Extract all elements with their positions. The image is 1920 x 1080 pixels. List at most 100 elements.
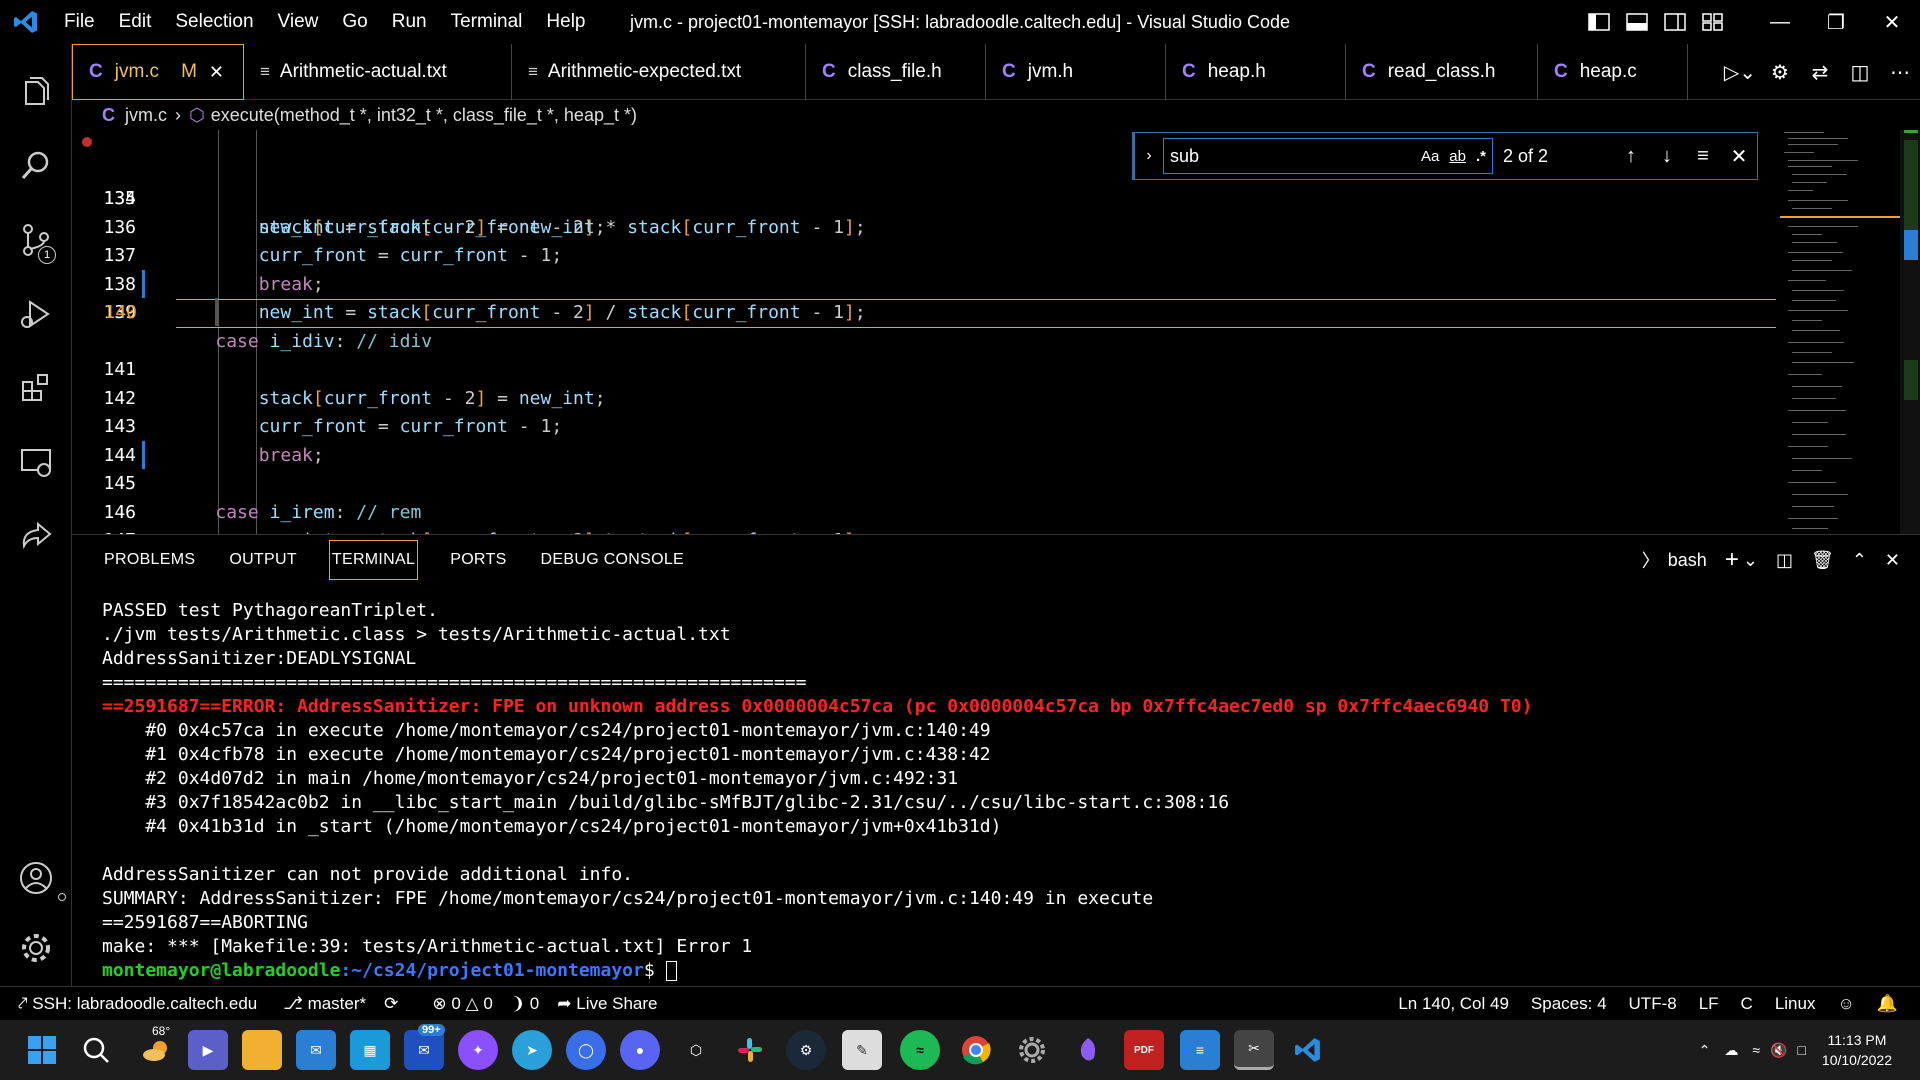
breakpoint-icon[interactable] bbox=[82, 137, 92, 147]
customize-layout-icon[interactable] bbox=[1694, 0, 1732, 44]
next-match-icon[interactable]: ↓ bbox=[1649, 145, 1685, 168]
run-icon[interactable]: ▷⌄ bbox=[1720, 60, 1760, 85]
terminal-output[interactable]: PASSED test PythagoreanTriplet. ./jvm te… bbox=[102, 599, 1532, 983]
tab-read-class-h[interactable]: C read_class.h bbox=[1346, 44, 1538, 100]
toggle-panel-icon[interactable] bbox=[1618, 0, 1656, 44]
windows-start-icon[interactable] bbox=[22, 1030, 62, 1070]
live-share-button[interactable]: ➦ Live Share bbox=[557, 994, 657, 1014]
code-editor[interactable]: 134 new_int = stack[curr_front - 2] * st… bbox=[72, 130, 1920, 534]
snipping-tool-icon[interactable]: ✂ bbox=[1234, 1030, 1274, 1070]
encoding[interactable]: UTF-8 bbox=[1629, 994, 1677, 1014]
panel-tab-terminal[interactable]: TERMINAL bbox=[328, 540, 419, 580]
close-find-icon[interactable]: ✕ bbox=[1721, 144, 1757, 169]
find-in-selection-icon[interactable]: ≡ bbox=[1685, 145, 1721, 168]
edge-icon[interactable] bbox=[1068, 1030, 1108, 1070]
branch-indicator[interactable]: ⎇ master* bbox=[283, 994, 366, 1014]
command-decoration-icon[interactable] bbox=[58, 893, 66, 901]
signal-icon[interactable]: ◯ bbox=[566, 1030, 606, 1070]
teams-meet-icon[interactable]: ▶ bbox=[188, 1030, 228, 1070]
slack-icon[interactable] bbox=[730, 1030, 770, 1070]
split-terminal-icon[interactable]: ◫ bbox=[1776, 550, 1793, 571]
unity-icon[interactable]: ⬡ bbox=[676, 1030, 716, 1070]
notifications-bell-icon[interactable]: 🔔 bbox=[1877, 994, 1898, 1014]
tab-class-file-h[interactable]: C class_file.h bbox=[806, 44, 986, 100]
regex-toggle[interactable]: .* bbox=[1476, 148, 1486, 165]
breadcrumb-symbol[interactable]: execute(method_t *, int32_t *, class_fil… bbox=[211, 105, 637, 126]
settings-icon[interactable] bbox=[1012, 1030, 1052, 1070]
menu-terminal[interactable]: Terminal bbox=[439, 11, 535, 33]
panel-tab-ports[interactable]: PORTS bbox=[448, 541, 508, 579]
source-control-icon[interactable]: 1 bbox=[0, 208, 72, 272]
whole-word-toggle[interactable]: ab bbox=[1449, 148, 1466, 165]
toggle-primary-sidebar-icon[interactable] bbox=[1580, 0, 1618, 44]
run-debug-icon[interactable] bbox=[0, 282, 72, 346]
menu-file[interactable]: File bbox=[52, 11, 107, 33]
breadcrumb-file[interactable]: jvm.c bbox=[125, 105, 167, 126]
chevron-down-icon[interactable]: ⌄ bbox=[1743, 550, 1758, 571]
battery-icon[interactable]: □ bbox=[1797, 1042, 1805, 1058]
menu-view[interactable]: View bbox=[266, 11, 331, 33]
menu-go[interactable]: Go bbox=[330, 11, 379, 33]
os-indicator[interactable]: Linux bbox=[1775, 994, 1816, 1014]
wifi-icon[interactable]: ≈ bbox=[1752, 1042, 1760, 1058]
messenger-icon[interactable]: ✦ bbox=[458, 1030, 498, 1070]
more-actions-icon[interactable]: ⋯ bbox=[1880, 60, 1920, 85]
tab-arithmetic-actual[interactable]: ≡ Arithmetic-actual.txt bbox=[244, 44, 512, 100]
panel-tab-output[interactable]: OUTPUT bbox=[227, 541, 299, 579]
toggle-replace-icon[interactable]: › bbox=[1135, 147, 1163, 165]
minimap[interactable] bbox=[1780, 130, 1920, 534]
menu-selection[interactable]: Selection bbox=[163, 11, 265, 33]
restore-icon[interactable]: ❐ bbox=[1808, 0, 1864, 44]
menu-edit[interactable]: Edit bbox=[107, 11, 164, 33]
previous-match-icon[interactable]: ↑ bbox=[1613, 145, 1649, 168]
extensions-icon[interactable] bbox=[0, 356, 72, 420]
clock[interactable]: 11:13 PM 10/10/2022 bbox=[1822, 1030, 1892, 1070]
close-tab-icon[interactable]: ✕ bbox=[209, 62, 224, 83]
close-panel-icon[interactable]: ✕ bbox=[1885, 550, 1900, 571]
tab-heap-h[interactable]: C heap.h bbox=[1166, 44, 1346, 100]
indentation[interactable]: Spaces: 4 bbox=[1531, 994, 1607, 1014]
steam-icon[interactable]: ⚙ bbox=[786, 1030, 826, 1070]
notes-icon[interactable]: ≡ bbox=[1180, 1030, 1220, 1070]
minimize-icon[interactable]: — bbox=[1752, 0, 1808, 44]
notepad-icon[interactable]: ✎ bbox=[842, 1030, 882, 1070]
maximize-panel-icon[interactable]: ⌃ bbox=[1852, 550, 1867, 571]
end-of-line[interactable]: LF bbox=[1699, 994, 1719, 1014]
store-icon[interactable]: ▦ bbox=[350, 1030, 390, 1070]
close-window-icon[interactable]: ✕ bbox=[1864, 0, 1920, 44]
new-terminal-icon[interactable]: + bbox=[1725, 546, 1739, 574]
menu-help[interactable]: Help bbox=[534, 11, 597, 33]
tab-jvm-h[interactable]: C jvm.h bbox=[986, 44, 1166, 100]
explorer-icon[interactable] bbox=[0, 60, 72, 124]
kill-terminal-icon[interactable]: 🗑 bbox=[1811, 550, 1834, 571]
manage-gear-icon[interactable] bbox=[0, 916, 72, 980]
spotify-icon[interactable]: ≈ bbox=[900, 1030, 940, 1070]
remote-indicator[interactable]: ⤤ SSH: labradoodle.caltech.edu bbox=[18, 994, 257, 1014]
match-case-toggle[interactable]: Aa bbox=[1421, 148, 1439, 165]
language-mode[interactable]: C bbox=[1741, 994, 1753, 1014]
ports-indicator[interactable]: ❩ 0 bbox=[511, 994, 539, 1014]
split-editor-icon[interactable]: ◫ bbox=[1840, 60, 1880, 85]
file-explorer-icon[interactable] bbox=[242, 1030, 282, 1070]
discord-icon[interactable]: ● bbox=[620, 1030, 660, 1070]
problems-indicator[interactable]: ⊗ 0 △ 0 bbox=[432, 994, 492, 1014]
mail-icon[interactable]: ✉ bbox=[296, 1030, 336, 1070]
panel-tab-problems[interactable]: PROBLEMS bbox=[102, 541, 197, 579]
onedrive-icon[interactable]: ☁ bbox=[1724, 1042, 1738, 1059]
chrome-icon[interactable] bbox=[956, 1030, 996, 1070]
feedback-icon[interactable]: ☺ bbox=[1837, 994, 1854, 1014]
compare-icon[interactable]: ⇄ bbox=[1800, 60, 1840, 85]
find-input[interactable]: sub Aa ab .* bbox=[1163, 138, 1493, 174]
volume-muted-icon[interactable]: 🔇 bbox=[1770, 1042, 1787, 1059]
tab-jvm-c[interactable]: C jvm.c M ✕ bbox=[72, 44, 244, 100]
telegram-icon[interactable]: ➤ bbox=[512, 1030, 552, 1070]
terminal-shell-label[interactable]: bash bbox=[1668, 550, 1707, 571]
live-share-icon[interactable] bbox=[0, 504, 72, 568]
remote-explorer-icon[interactable] bbox=[0, 430, 72, 494]
settings-icon[interactable]: ⚙ bbox=[1760, 60, 1800, 85]
menu-run[interactable]: Run bbox=[380, 11, 439, 33]
vscode-taskbar-icon[interactable] bbox=[1288, 1030, 1328, 1070]
cursor-position[interactable]: Ln 140, Col 49 bbox=[1398, 994, 1509, 1014]
search-icon[interactable] bbox=[76, 1030, 116, 1070]
sync-icon[interactable]: ⟳ bbox=[384, 994, 398, 1014]
